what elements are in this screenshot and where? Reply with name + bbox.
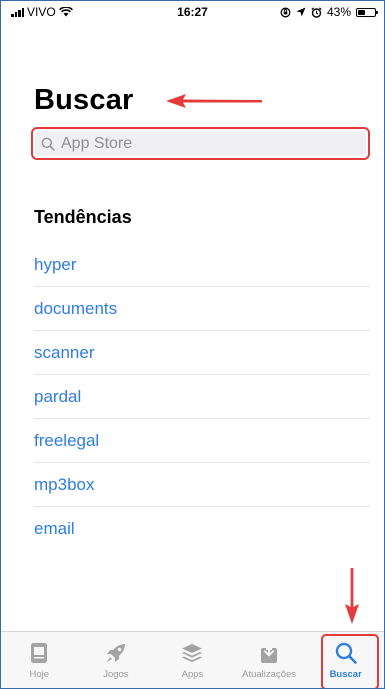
search-icon bbox=[41, 137, 55, 151]
status-bar: VIVO 16:27 43% bbox=[1, 1, 384, 21]
annotation-arrow-down-icon bbox=[345, 568, 359, 624]
updates-download-icon bbox=[259, 641, 279, 665]
tab-apps[interactable]: Apps bbox=[154, 632, 231, 688]
today-icon bbox=[30, 641, 48, 665]
battery-percentage: 43% bbox=[326, 5, 351, 19]
search-bar[interactable] bbox=[35, 131, 366, 156]
trend-item[interactable]: email bbox=[34, 507, 370, 550]
trend-item[interactable]: mp3box bbox=[34, 463, 370, 507]
tab-label-today: Hoje bbox=[29, 669, 50, 680]
trend-item[interactable]: hyper bbox=[34, 243, 370, 287]
tab-label-apps: Apps bbox=[181, 669, 204, 680]
trend-item[interactable]: scanner bbox=[34, 331, 370, 375]
tab-games[interactable]: Jogos bbox=[78, 632, 155, 688]
search-input[interactable] bbox=[59, 133, 343, 154]
trend-item[interactable]: documents bbox=[34, 287, 370, 331]
battery-fill bbox=[358, 9, 365, 15]
search-icon bbox=[334, 641, 358, 665]
battery-icon bbox=[356, 7, 378, 17]
tab-search[interactable]: Buscar bbox=[307, 632, 384, 688]
trends-heading: Tendências bbox=[34, 207, 132, 227]
annotation-arrow-left-icon bbox=[166, 94, 262, 108]
tab-updates[interactable]: Atualizações bbox=[231, 632, 308, 688]
tab-label-search: Buscar bbox=[329, 669, 362, 680]
tab-today[interactable]: Hoje bbox=[1, 632, 78, 688]
alarm-icon bbox=[311, 6, 322, 18]
tab-bar: Hoje Jogos Apps Atualizações Buscar bbox=[1, 631, 384, 688]
tab-label-games: Jogos bbox=[103, 669, 129, 680]
trend-item[interactable]: freelegal bbox=[34, 419, 370, 463]
trend-list: hyper documents scanner pardal freelegal… bbox=[34, 243, 370, 550]
trend-item[interactable]: pardal bbox=[34, 375, 370, 419]
rocket-icon bbox=[104, 641, 128, 665]
tab-label-updates: Atualizações bbox=[242, 669, 297, 680]
rotation-lock-icon bbox=[280, 7, 291, 17]
search-field-highlight bbox=[31, 127, 370, 160]
apps-stack-icon bbox=[181, 641, 203, 665]
location-icon bbox=[296, 7, 306, 17]
status-right: 43% bbox=[280, 5, 378, 19]
page-title: Buscar bbox=[34, 84, 134, 116]
app-store-search-screen: VIVO 16:27 43% Buscar App Store Tendênci… bbox=[0, 0, 385, 689]
